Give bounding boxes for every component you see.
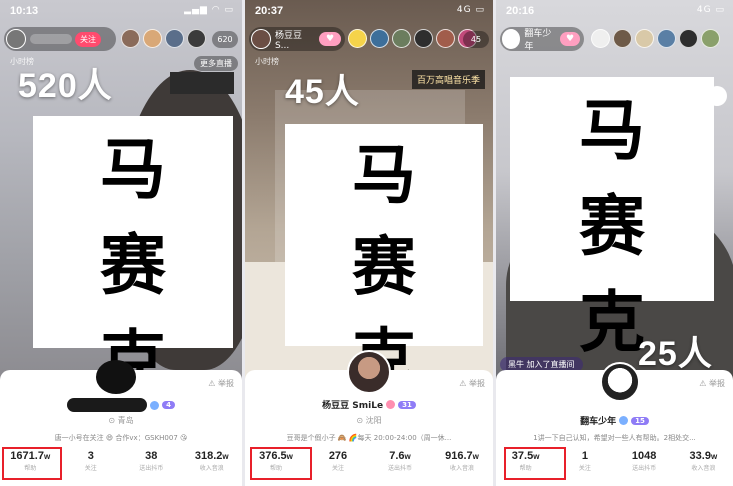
song-banner[interactable]: 百万高唱音乐季 [411, 70, 485, 89]
anchor-avatar[interactable] [6, 29, 26, 49]
phone-screenshot-3: 20:16 4G ▭ 翻车少年 ♥ 马 赛 克 25人 黑牛 加入了直播间 ⚠ … [496, 0, 733, 486]
signal-battery-icon: 4G ▭ [456, 5, 485, 15]
stat-coins-sent[interactable]: 1048 送出抖币 [615, 450, 674, 472]
profile-avatar-redacted[interactable] [96, 360, 136, 394]
viewer-avatar[interactable] [657, 29, 676, 48]
mosaic-char: 马 [100, 131, 166, 208]
highlight-box [250, 447, 312, 480]
profile-name-row: 翻车少年 15 [496, 414, 733, 427]
mosaic-censor-block: 马 赛 克 [33, 116, 233, 400]
stat-coins-sent[interactable]: 7.6w 送出抖币 [369, 450, 431, 472]
viewer-avatars[interactable] [118, 29, 206, 48]
profile-card: ⚠ 举报 4 ⊙ 青岛 唐一小号在关注 😄 合作vx：GSKH007 😘 167… [0, 360, 243, 486]
profile-name: 翻车少年 [580, 417, 617, 427]
signal-wifi-battery-icon: ▂▄▆ ◠ ▭ [184, 5, 234, 15]
bio-text: 豆哥是个假小子 🙈 🌈每天 20:00-24:00（周一休... [286, 434, 452, 442]
viewer-avatar[interactable] [414, 29, 433, 48]
status-time: 20:37 [255, 5, 284, 17]
stat-following[interactable]: 3 关注 [61, 450, 122, 472]
gender-icon [619, 416, 629, 425]
anchor-name[interactable]: 杨豆豆S... [275, 28, 316, 51]
location: ⊙ 沈阳 [356, 416, 382, 425]
stat-income[interactable]: 33.9w 收入音浪 [674, 450, 733, 472]
viewer-avatar[interactable] [679, 29, 698, 48]
profile-name-row: 4 [0, 398, 242, 412]
status-time: 10:13 [10, 5, 39, 17]
mosaic-char: 克 [579, 284, 645, 361]
viewer-avatar[interactable] [165, 29, 184, 48]
highlight-box [2, 447, 62, 480]
viewer-count[interactable]: 45 [463, 31, 489, 48]
anchor-info[interactable]: 杨豆豆S... ♥ [249, 27, 345, 51]
mosaic-censor-block: 马 赛 克 [510, 77, 714, 361]
stat-income[interactable]: 916.7w 收入音浪 [431, 450, 493, 472]
viewer-avatars[interactable] [345, 29, 477, 48]
mosaic-char: 马 [579, 92, 645, 169]
status-bar: 10:13 ▂▄▆ ◠ ▭ [0, 0, 242, 22]
phone-screenshot-1: 10:13 ▂▄▆ ◠ ▭ 关注 620 小时榜 更多直播 520人 马 赛 克… [0, 0, 242, 486]
stat-coins-sent[interactable]: 38 送出抖币 [121, 450, 182, 472]
level-badge: 31 [398, 400, 416, 409]
signal-battery-icon: 4G ▭ [696, 5, 725, 15]
verified-icon [150, 400, 160, 410]
stat-income[interactable]: 318.2w 收入音浪 [182, 450, 243, 472]
mosaic-char: 马 [352, 139, 416, 213]
profile-card: ⚠ 举报 杨豆豆 SmiLe 31 ⊙ 沈阳 豆哥是个假小子 🙈 🌈每天 20:… [245, 350, 493, 486]
profile-name-row: 杨豆豆 SmiLe 31 [245, 398, 493, 411]
anchor-info[interactable]: 翻车少年 ♥ [500, 26, 584, 52]
viewer-avatars[interactable] [588, 29, 720, 48]
location: ⊙ 青岛 [108, 416, 134, 425]
anchor-name[interactable]: 翻车少年 [524, 26, 557, 52]
profile-name: 杨豆豆 SmiLe [322, 401, 384, 411]
profile-avatar[interactable] [600, 362, 640, 402]
anchor-avatar[interactable] [502, 29, 521, 49]
gender-icon [386, 400, 396, 409]
phone-screenshot-2: 20:37 4G ▭ 杨豆豆S... ♥ 45 小时榜 百万高唱音乐季 45人 … [245, 0, 493, 486]
viewer-avatar[interactable] [143, 29, 162, 48]
status-bar: 20:16 4G ▭ [496, 0, 733, 22]
highlight-box [504, 447, 566, 480]
viewer-avatar[interactable] [613, 29, 632, 48]
report-link[interactable]: ⚠ 举报 [208, 378, 234, 389]
status-bar: 20:37 4G ▭ [245, 0, 493, 22]
status-time: 20:16 [506, 5, 535, 17]
name-redaction-bar [67, 398, 148, 412]
more-live-button[interactable]: 更多直播 [194, 56, 238, 71]
mosaic-char: 赛 [352, 231, 416, 305]
level-badge: 4 [162, 401, 175, 409]
bio-text: 1讲一下自己认知，希望对一些人有帮助。2相处交... [533, 434, 696, 442]
profile-avatar[interactable] [347, 350, 391, 394]
viewer-count-overlay: 45人 [285, 73, 360, 111]
report-link[interactable]: ⚠ 举报 [459, 378, 485, 389]
viewer-avatar[interactable] [436, 29, 455, 48]
viewer-count-overlay: 25人 [638, 335, 713, 373]
viewer-count[interactable]: 620 [212, 31, 238, 48]
level-badge: 15 [631, 416, 649, 425]
viewer-avatar[interactable] [392, 29, 411, 48]
bio-text: 唐一小号在关注 😄 合作vx：GSKH007 😘 [54, 434, 188, 442]
anchor-avatar[interactable] [251, 29, 271, 49]
viewer-avatar[interactable] [635, 29, 654, 48]
mosaic-char: 赛 [579, 188, 645, 265]
heart-follow-icon[interactable]: ♥ [319, 32, 341, 46]
profile-card: ⚠ 举报 翻车少年 15 1讲一下自己认知，希望对一些人有帮助。2相处交... … [496, 362, 733, 486]
anchor-info[interactable]: 关注 [4, 27, 116, 51]
hour-rank-tag[interactable]: 小时榜 [255, 56, 279, 67]
report-link[interactable]: ⚠ 举报 [699, 378, 725, 389]
viewer-avatar[interactable] [370, 29, 389, 48]
mosaic-censor-block: 马 赛 克 [285, 124, 483, 397]
viewer-avatar[interactable] [187, 29, 206, 48]
viewer-avatar[interactable] [348, 29, 367, 48]
viewer-avatar[interactable] [591, 29, 610, 48]
background-sign [170, 72, 234, 94]
follow-button[interactable]: 关注 [75, 31, 101, 47]
viewer-count-overlay: 520人 [18, 67, 113, 105]
mosaic-char: 赛 [100, 227, 166, 304]
heart-follow-icon[interactable]: ♥ [560, 32, 580, 46]
stat-following[interactable]: 276 关注 [307, 450, 369, 472]
viewer-avatar[interactable] [121, 29, 140, 48]
viewer-avatar[interactable] [701, 29, 720, 48]
